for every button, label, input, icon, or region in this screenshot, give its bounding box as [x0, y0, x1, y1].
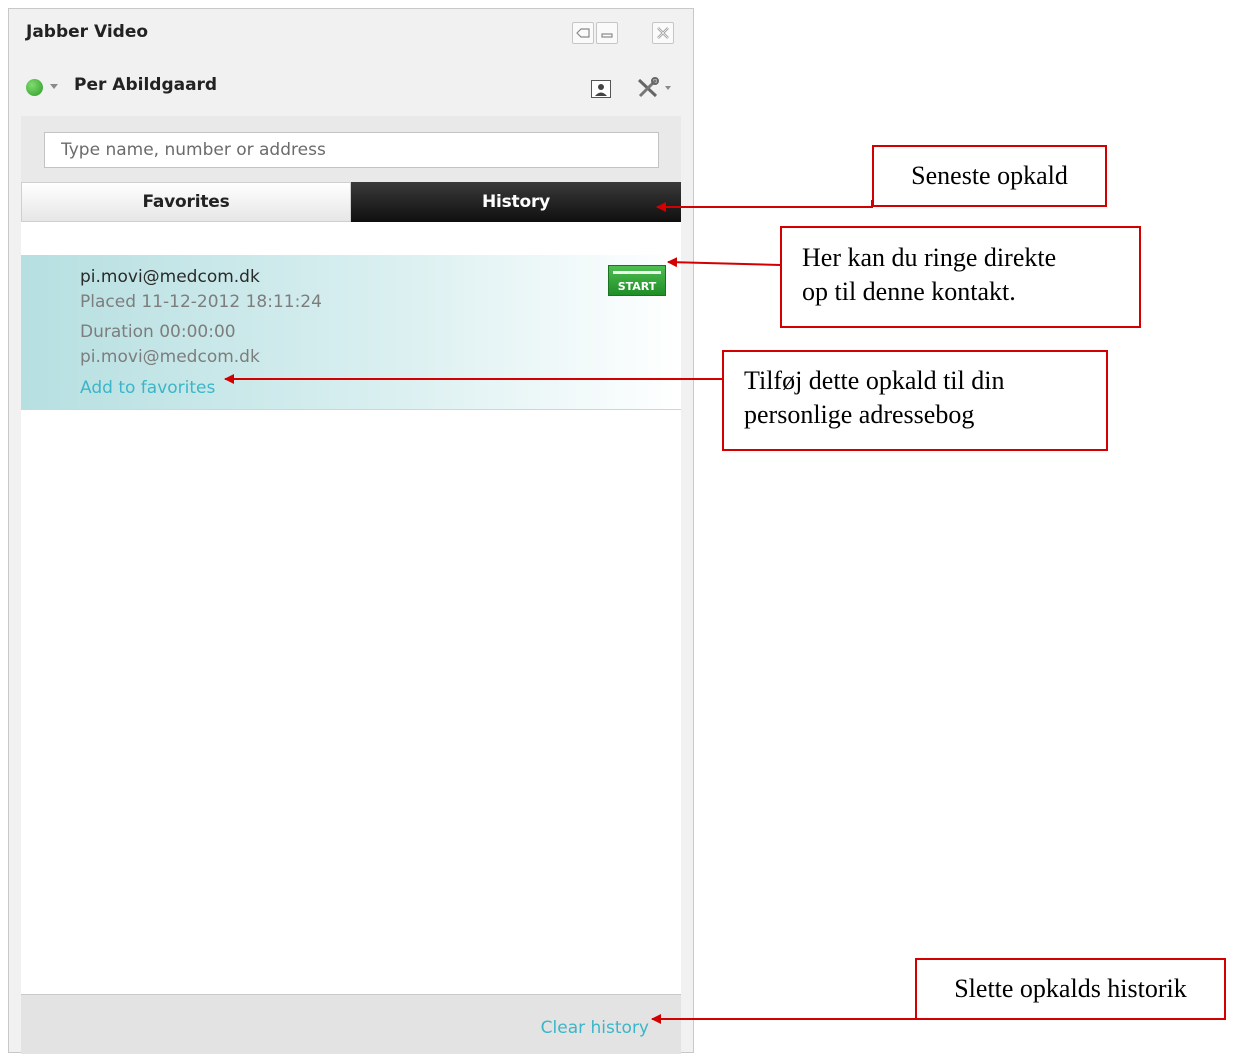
callout-start-button: Her kan du ringe direkte op til denne ko… — [780, 226, 1141, 328]
self-view-icon[interactable] — [591, 80, 611, 102]
tab-bar: Favorites History — [21, 182, 681, 222]
callout-text: personlige adressebog — [744, 400, 975, 429]
call-placed-time: Placed 11-12-2012 18:11:24 — [80, 292, 322, 312]
callout-text: Seneste opkald — [911, 161, 1068, 190]
tab-favorites[interactable]: Favorites — [21, 182, 351, 222]
list-item[interactable]: pi.movi@medcom.dk Placed 11-12-2012 18:1… — [21, 255, 681, 410]
jabber-window: Jabber Video Per Abildgaard Favorites Hi… — [8, 8, 694, 1054]
restore-icon[interactable] — [572, 22, 594, 44]
settings-icon[interactable] — [636, 77, 662, 103]
close-icon[interactable] — [652, 22, 674, 44]
contact-name: pi.movi@medcom.dk — [80, 267, 260, 287]
callout-text: Tilføj dette opkald til din — [744, 366, 1005, 395]
clear-history-link[interactable]: Clear history — [541, 1018, 649, 1038]
history-list: pi.movi@medcom.dk Placed 11-12-2012 18:1… — [21, 222, 681, 994]
chevron-down-icon[interactable] — [50, 84, 58, 89]
callout-text: op til denne kontakt. — [802, 277, 1016, 306]
add-to-favorites-link[interactable]: Add to favorites — [80, 378, 215, 398]
callout-clear-history: Slette opkalds historik — [915, 958, 1226, 1020]
start-call-button[interactable]: START — [608, 265, 666, 296]
minimize-icon[interactable] — [596, 22, 618, 44]
callout-text: Her kan du ringe direkte — [802, 243, 1057, 272]
app-title: Jabber Video — [26, 22, 149, 42]
callout-text: Slette opkalds historik — [954, 974, 1187, 1003]
tab-history[interactable]: History — [351, 182, 681, 222]
callout-add-favorites: Tilføj dette opkald til din personlige a… — [722, 350, 1108, 451]
title-bar: Jabber Video — [9, 9, 693, 59]
user-name: Per Abildgaard — [74, 75, 218, 95]
chevron-down-icon[interactable] — [665, 86, 671, 90]
main-panel: Favorites History pi.movi@medcom.dk Plac… — [21, 116, 681, 994]
status-indicator[interactable] — [26, 79, 43, 96]
contact-address: pi.movi@medcom.dk — [80, 347, 260, 367]
search-area — [21, 116, 681, 182]
callout-history-tab: Seneste opkald — [872, 145, 1107, 207]
call-duration: Duration 00:00:00 — [80, 322, 236, 342]
footer-bar: Clear history — [21, 994, 681, 1054]
search-input[interactable] — [44, 132, 659, 168]
